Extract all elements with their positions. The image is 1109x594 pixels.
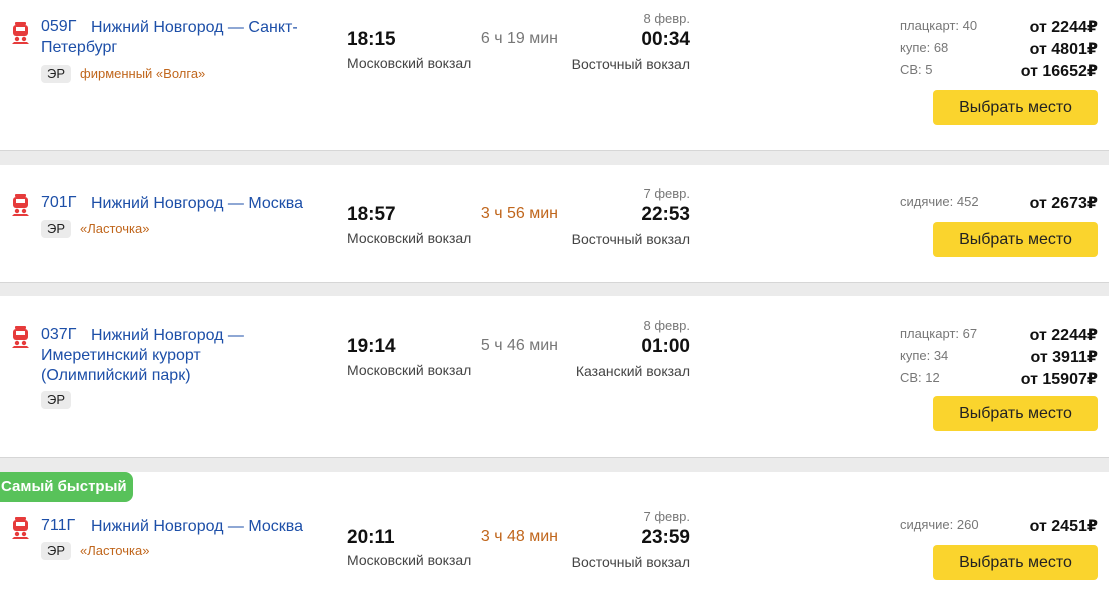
departure-time: 18:57 [347,204,396,225]
class-name: сидячие: 452 [900,194,979,209]
arrival-time: 23:59 [641,527,690,548]
class-name: сидячие: 260 [900,517,979,532]
duration: 3 ч 56 мин [480,205,558,222]
select-seat-button[interactable]: Выбрать место [933,90,1098,125]
class-price: от 2244₽ [1029,327,1098,344]
class-price: от 4801₽ [1029,41,1098,58]
arrival-date: 8 февр. [643,318,690,333]
train-card: 701Г Нижний Новгород — Москва ЭР «Ласточ… [0,165,1109,282]
locomotive-icon [11,517,30,539]
locomotive-icon [11,194,30,216]
duration: 3 ч 48 мин [480,528,558,545]
class-price: от 2451₽ [1029,518,1098,535]
duration: 5 ч 46 мин [480,337,558,354]
select-seat-button[interactable]: Выбрать место [933,396,1098,431]
select-seat-button[interactable]: Выбрать место [933,545,1098,580]
arrival-station: Казанский вокзал [575,363,690,379]
arrival-station: Восточный вокзал [571,554,690,570]
route-link[interactable]: Нижний Новгород — Москва [91,517,321,537]
arrival-station: Восточный вокзал [571,56,690,72]
train-card: 059Г Нижний Новгород — Санкт-Петербург Э… [0,0,1109,150]
train-card: 711Г Нижний Новгород — Москва ЭР «Ласточ… [0,472,1109,594]
train-brand: «Ласточка» [80,221,150,236]
departure-station: Московский вокзал [347,55,472,71]
carrier-badge: ЭР [41,65,72,83]
arrival-date: 8 февр. [643,11,690,26]
carrier-badge: ЭР [41,220,72,238]
departure-time: 18:15 [347,29,396,50]
arrival-date: 7 февр. [643,186,690,201]
class-name: СВ: 5 [900,62,933,77]
route-link[interactable]: Нижний Новгород — Имеретинский курорт (О… [41,326,286,386]
select-seat-button[interactable]: Выбрать место [933,222,1098,257]
train-number[interactable]: 711Г [41,517,75,535]
class-price: от 2244₽ [1029,19,1098,36]
class-name: плацкарт: 40 [900,18,978,33]
train-number[interactable]: 701Г [41,194,76,212]
departure-time: 19:14 [347,336,396,357]
route-link[interactable]: Нижний Новгород — Москва [91,194,321,214]
arrival-time: 22:53 [641,204,690,225]
carrier-badge: ЭР [41,542,72,560]
fastest-label: Самый быстрый [0,472,133,502]
duration: 6 ч 19 мин [480,30,558,47]
arrival-time: 00:34 [641,29,690,50]
departure-station: Московский вокзал [347,552,472,568]
locomotive-icon [11,326,30,348]
arrival-date: 7 февр. [643,509,690,524]
route-link[interactable]: Нижний Новгород — Санкт-Петербург [41,18,316,58]
train-brand: фирменный «Волга» [80,66,206,81]
arrival-station: Восточный вокзал [571,231,690,247]
departure-station: Московский вокзал [347,362,472,378]
class-name: плацкарт: 67 [900,326,978,341]
class-price: от 16652₽ [1020,63,1098,80]
class-price: от 15907₽ [1020,371,1098,388]
train-brand: «Ласточка» [80,543,150,558]
class-price: от 2673₽ [1029,195,1098,212]
locomotive-icon [11,22,30,44]
carrier-badge: ЭР [41,391,72,409]
arrival-time: 01:00 [641,336,690,357]
class-name: СВ: 12 [900,370,940,385]
train-card: 037Г Нижний Новгород — Имеретинский куро… [0,296,1109,457]
departure-time: 20:11 [347,527,395,548]
departure-station: Московский вокзал [347,230,472,246]
class-price: от 3911₽ [1030,349,1099,366]
class-name: купе: 68 [900,40,949,55]
class-name: купе: 34 [900,348,949,363]
